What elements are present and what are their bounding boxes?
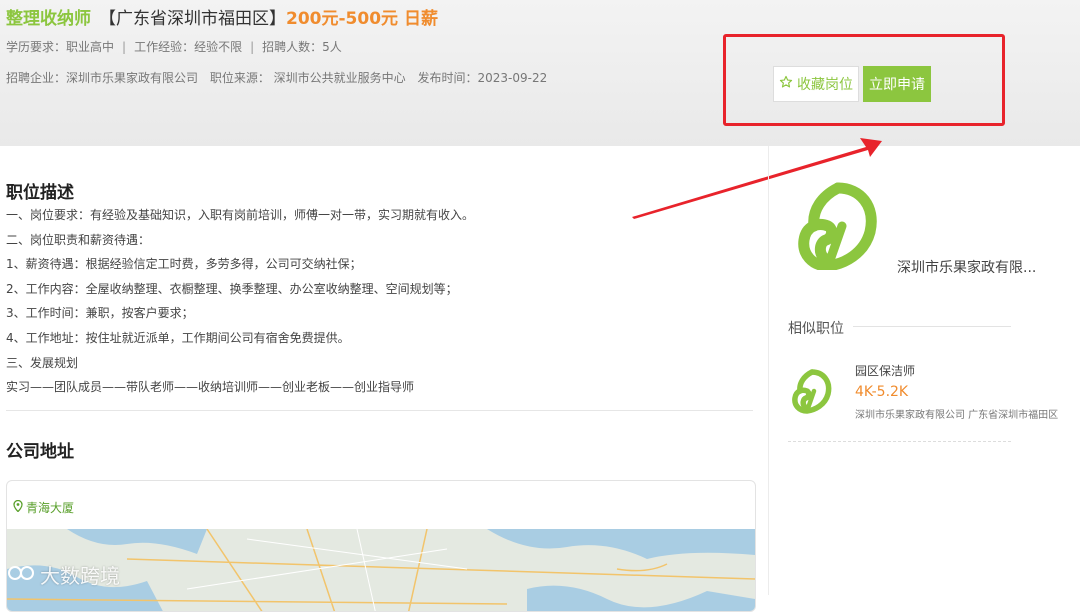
description-line: 三、发展规划 [6, 355, 79, 370]
job-source: 职位来源： 深圳市公共就业服务中心 [209, 71, 406, 85]
company-logo[interactable] [798, 182, 878, 272]
similar-job-divider [788, 441, 1011, 442]
description-line: 二、岗位职责和薪资待遇： [6, 232, 151, 247]
publish-date: 发布时间：2023-09-22 [417, 71, 548, 85]
separator: | [122, 40, 127, 54]
description-line: 4、工作地址：按住址就近派单，工作期间公司有宿舍免费提供。 [6, 330, 350, 345]
similar-jobs-heading: 相似职位 [788, 321, 844, 337]
headcount: 招聘人数：5人 [262, 40, 342, 54]
company-name[interactable]: 深圳市乐果家政有限... [897, 257, 1036, 277]
job-title-line: 整理收纳师 【广东省深圳市福田区】200元-500元 日薪 [6, 4, 438, 29]
section-divider [6, 410, 753, 411]
hiring-company: 招聘企业：深圳市乐果家政有限公司 [6, 71, 199, 85]
map-pin-icon [13, 499, 23, 515]
company-address-heading: 公司地址 [6, 442, 74, 462]
map-place-name: 青海大厦 [26, 501, 75, 515]
job-description: 一、岗位要求：有经验及基础知识，入职有岗前培训，师傅一对一带，实习期就有收入。 … [6, 203, 474, 400]
map-card[interactable]: 青海大厦 [6, 480, 756, 612]
similar-job-company: 深圳市乐果家政有限公司 广东省深圳市福田区 [855, 410, 1059, 421]
similar-job-logo [792, 368, 832, 414]
annotation-highlight-box [723, 34, 1005, 126]
description-line: 2、工作内容：全屋收纳整理、衣橱整理、换季整理、办公室收纳整理、空间规划等； [6, 281, 458, 296]
watermark-text: 大数跨境 [40, 564, 120, 588]
description-line: 3、工作时间：兼职，按客户要求； [6, 306, 194, 321]
watermark-logo-icon [8, 563, 34, 587]
description-line: 实习——团队成员——带队老师——收纳培训师——创业老板——创业指导师 [6, 380, 415, 395]
description-line: 一、岗位要求：有经验及基础知识，入职有岗前培训，师傅一对一带，实习期就有收入。 [6, 208, 475, 222]
experience-requirement: 工作经验：经验不限 [134, 40, 243, 54]
description-line: 1、薪资待遇：根据经验信定工时费，多劳多得，公司可交纳社保； [6, 257, 362, 272]
job-title: 整理收纳师 [6, 9, 91, 29]
watermark: 大数跨境 [8, 560, 120, 589]
separator: | [250, 40, 255, 54]
job-salary: 200元-500元 日薪 [286, 9, 438, 29]
similar-job-title[interactable]: 园区保洁师 [855, 362, 915, 379]
sidebar-divider [768, 146, 769, 595]
job-description-heading: 职位描述 [6, 183, 74, 203]
similar-jobs-rule [853, 326, 1011, 327]
job-location: 【广东省深圳市福田区】 [99, 9, 286, 29]
similar-job-salary: 4K-5.2K [855, 384, 909, 400]
map-location-label[interactable]: 青海大厦 [13, 499, 74, 516]
education-requirement: 学历要求：职业高中 [6, 40, 115, 54]
job-requirements: 学历要求：职业高中 | 工作经验：经验不限 | 招聘人数：5人 [6, 38, 342, 55]
job-source-info: 招聘企业：深圳市乐果家政有限公司 职位来源： 深圳市公共就业服务中心 发布时间：… [6, 69, 547, 86]
